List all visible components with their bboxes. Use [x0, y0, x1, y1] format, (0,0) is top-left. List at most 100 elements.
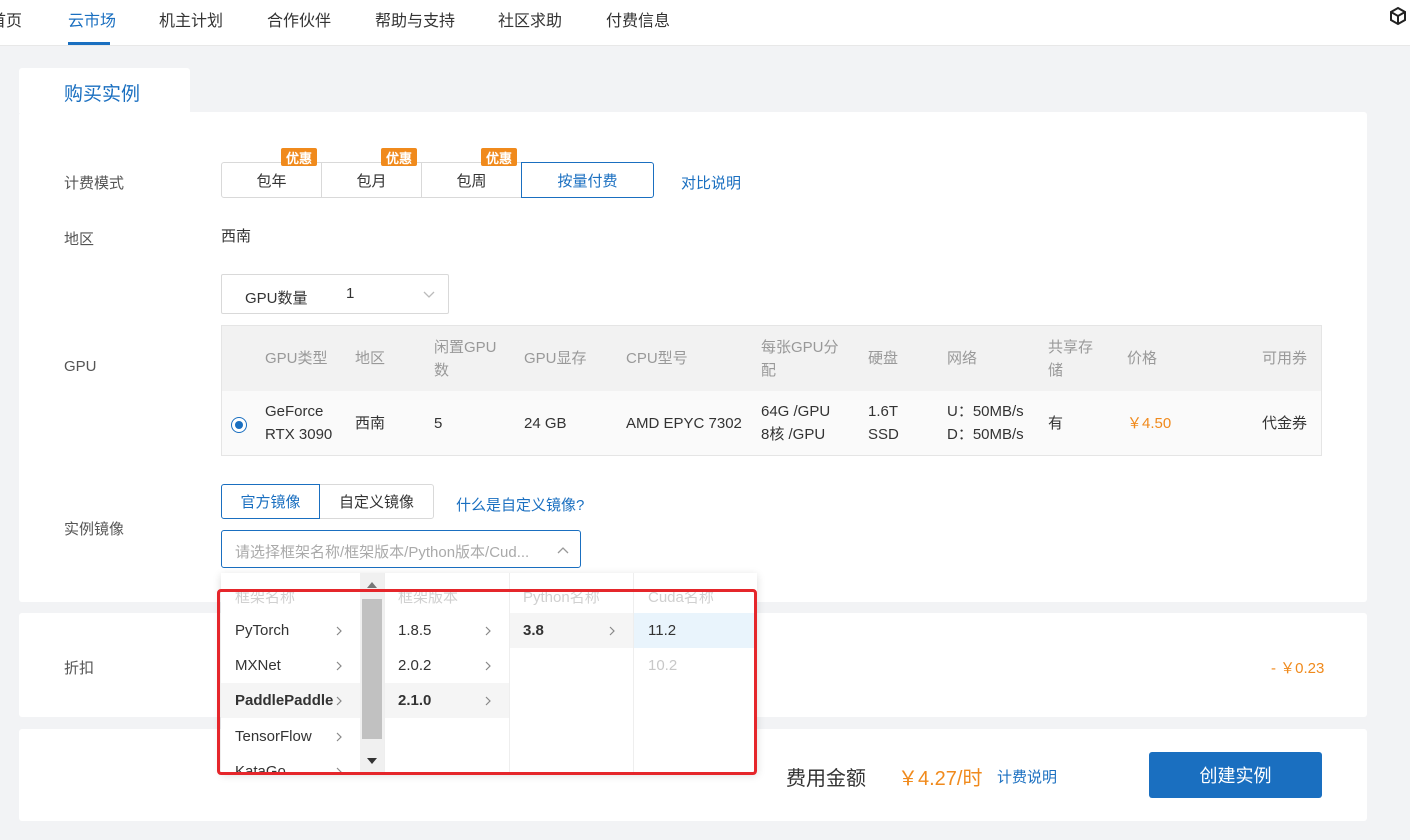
cube-icon[interactable]	[1388, 6, 1408, 26]
gpu-region: 西南	[355, 415, 386, 432]
gpu-disk-line2: SSD	[868, 426, 899, 443]
tab-buy-instance[interactable]: 购买实例	[19, 68, 190, 113]
nav-partners[interactable]: 合作伙伴	[267, 7, 331, 31]
billing-monthly-button[interactable]: 包月	[321, 162, 422, 198]
region-value: 西南	[221, 228, 252, 245]
list-item[interactable]: 2.0.2	[385, 648, 509, 683]
version-label: 1.8.5	[398, 622, 432, 639]
table-row[interactable]: GeForce RTX 3090 西南 5 24 GB AMD EPYC 730…	[222, 391, 1321, 455]
list-item[interactable]: KataGo	[221, 754, 360, 773]
list-item[interactable]: TensorFlow	[221, 719, 360, 754]
gpu-count-label: GPU数量	[245, 290, 308, 307]
scrollbar[interactable]	[360, 573, 384, 773]
gpu-type-line2: RTX 3090	[265, 426, 333, 443]
promo-badge: 优惠	[281, 148, 317, 166]
version-label: 2.1.0	[398, 692, 432, 709]
chevron-right-icon	[336, 732, 342, 742]
col-region: 地区	[355, 350, 386, 367]
gpu-memory: 24 GB	[524, 415, 567, 432]
framework-column: 框架名称 PyTorch MXNet PaddlePaddle TensorFl…	[221, 573, 385, 773]
gpu-shared: 有	[1048, 415, 1064, 432]
gpu-count-select[interactable]: GPU数量 1	[221, 274, 449, 314]
nav-community[interactable]: 社区求助	[498, 7, 562, 31]
scroll-up-icon[interactable]	[367, 582, 377, 588]
top-nav: 首页 云市场 机主计划 合作伙伴 帮助与支持 社区求助 付费信息	[0, 0, 1410, 46]
list-item[interactable]: 1.8.5	[385, 613, 509, 648]
list-item[interactable]: 2.1.0	[385, 683, 509, 718]
col-network: 网络	[947, 350, 978, 367]
col-idle-gpu: 闲置GPU数	[434, 339, 497, 379]
gpu-coupon: 代金券	[1262, 415, 1308, 432]
gpu-net-up: U：50MB/s	[947, 403, 1024, 420]
fee-explain-link[interactable]: 计费说明	[997, 766, 1057, 787]
list-item[interactable]: MXNet	[221, 648, 360, 683]
discount-label: 折扣	[64, 660, 95, 677]
version-header: 框架版本	[398, 589, 459, 606]
scroll-thumb[interactable]	[362, 599, 382, 739]
create-instance-button[interactable]: 创建实例	[1149, 752, 1322, 798]
image-cascader-input[interactable]: 请选择框架名称/框架版本/Python版本/Cud...	[221, 530, 581, 568]
tab-buy-instance-label: 购买实例	[64, 84, 141, 105]
list-item[interactable]: PaddlePaddle	[221, 683, 360, 718]
framework-label: PaddlePaddle	[235, 692, 334, 709]
gpu-type-line1: GeForce	[265, 403, 324, 420]
nav-active-indicator	[68, 42, 110, 45]
custom-image-help-link[interactable]: 什么是自定义镜像?	[456, 494, 584, 515]
col-disk: 硬盘	[868, 350, 899, 367]
col-gpu-type: GPU类型	[265, 350, 328, 367]
cascader-placeholder: 请选择框架名称/框架版本/Python版本/Cud...	[235, 544, 530, 561]
gpu-idle: 5	[434, 415, 443, 432]
list-item[interactable]: 11.2	[634, 613, 757, 648]
gpu-table: GPU类型 地区 闲置GPU数 GPU显存 CPU型号 每张GPU分配 硬盘 网…	[221, 325, 1322, 456]
col-gpu-memory: GPU显存	[524, 350, 587, 367]
list-item[interactable]: 3.8	[510, 613, 633, 648]
chevron-right-icon	[485, 626, 491, 636]
gpu-row-radio[interactable]	[231, 417, 247, 433]
discount-value: - ￥0.23	[1271, 660, 1325, 677]
nav-host-plan[interactable]: 机主计划	[159, 7, 223, 31]
nav-home[interactable]: 首页	[0, 7, 22, 31]
region-label: 地区	[64, 231, 95, 248]
billing-label: 计费模式	[64, 175, 125, 192]
col-coupon: 可用券	[1262, 350, 1308, 367]
cuda-label: 10.2	[648, 657, 678, 674]
gpu-alloc-line1: 64G /GPU	[761, 403, 831, 420]
list-item: 10.2	[634, 648, 757, 683]
gpu-disk-line1: 1.6T	[868, 403, 899, 420]
col-cpu: CPU型号	[626, 350, 688, 367]
fee-label: 费用金额	[786, 768, 866, 790]
cuda-column: Cuda名称 11.2 10.2	[634, 573, 757, 773]
chevron-right-icon	[336, 626, 342, 636]
chevron-right-icon	[485, 661, 491, 671]
version-label: 2.0.2	[398, 657, 432, 674]
fee-value: ￥4.27/时	[898, 768, 983, 790]
billing-weekly-button[interactable]: 包周	[421, 162, 522, 198]
chevron-down-icon	[423, 291, 435, 298]
gpu-price: ￥4.50	[1127, 415, 1172, 432]
framework-header: 框架名称	[235, 589, 296, 606]
gpu-alloc-line2: 8核 /GPU	[761, 426, 826, 443]
nav-help[interactable]: 帮助与支持	[375, 7, 455, 31]
col-shared-storage: 共享存储	[1048, 339, 1094, 379]
list-item[interactable]: PyTorch	[221, 613, 360, 648]
python-column: Python名称 3.8	[510, 573, 634, 773]
promo-badge: 优惠	[481, 148, 517, 166]
compare-link[interactable]: 对比说明	[681, 172, 741, 193]
col-price: 价格	[1127, 350, 1158, 367]
framework-label: TensorFlow	[235, 728, 312, 745]
gpu-label: GPU	[64, 358, 97, 375]
chevron-right-icon	[336, 696, 342, 706]
billing-payg-button[interactable]: 按量付费	[521, 162, 654, 198]
nav-cloud-market[interactable]: 云市场	[68, 7, 116, 31]
framework-label: MXNet	[235, 657, 281, 674]
tab-official-image[interactable]: 官方镜像	[221, 484, 320, 519]
tab-custom-image[interactable]: 自定义镜像	[319, 484, 434, 519]
chevron-right-icon	[336, 767, 342, 773]
col-alloc: 每张GPU分配	[761, 339, 839, 379]
version-column: 框架版本 1.8.5 2.0.2 2.1.0	[385, 573, 510, 773]
gpu-net-down: D：50MB/s	[947, 426, 1024, 443]
cuda-header: Cuda名称	[648, 589, 714, 606]
scroll-down-icon[interactable]	[367, 758, 377, 764]
billing-yearly-button[interactable]: 包年	[221, 162, 322, 198]
nav-billing-info[interactable]: 付费信息	[606, 7, 670, 31]
